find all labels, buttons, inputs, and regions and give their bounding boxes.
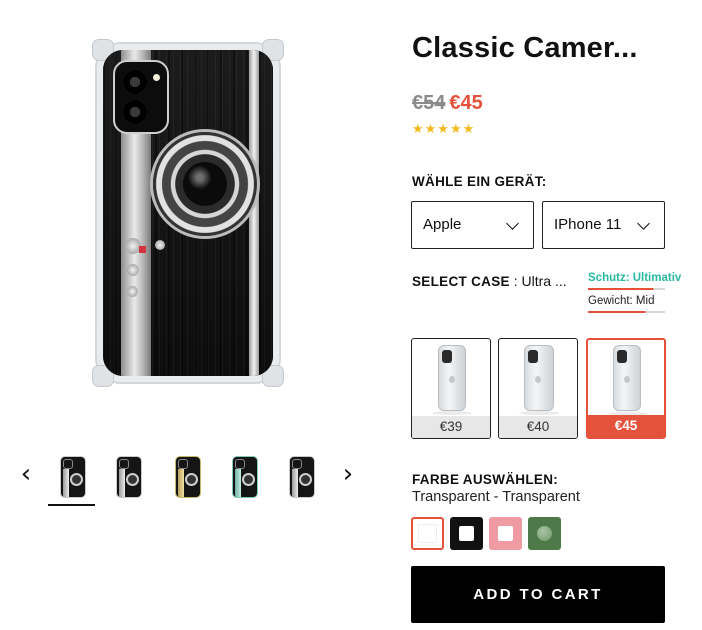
case-thumbnail	[613, 345, 641, 411]
case-select-separator: :	[509, 273, 522, 289]
color-swatch-transparent[interactable]	[411, 517, 444, 550]
thumbnail-3[interactable]	[175, 456, 201, 498]
thumbnail-camera	[292, 459, 302, 469]
add-to-cart-button[interactable]: ADD TO CART	[411, 566, 665, 623]
case-option-price: €39	[412, 416, 490, 438]
color-swatch-black[interactable]	[450, 517, 483, 550]
case-thumbnail	[524, 345, 554, 411]
camera-edge-strip	[249, 50, 259, 376]
chevron-down-icon	[506, 217, 519, 230]
active-thumbnail-indicator	[48, 504, 95, 506]
case-option-1[interactable]: €39	[411, 338, 491, 439]
sale-price: €45	[449, 92, 483, 114]
case-option-2[interactable]: €40	[498, 338, 578, 439]
swatch-inner	[418, 524, 437, 543]
camera-red-mark	[139, 246, 146, 253]
thumbnail-strip	[235, 469, 241, 497]
model-select-value: IPhone 11	[554, 216, 622, 233]
thumbnail-lens	[70, 473, 83, 486]
protection-level: Schutz: Ultimativ	[588, 272, 682, 284]
weight-bar	[588, 311, 665, 313]
thumbnail-lens	[126, 473, 139, 486]
thumbnail-strip	[63, 469, 69, 497]
phone-artwork	[103, 50, 273, 376]
case-camera	[617, 350, 627, 363]
thumbnail-strip	[292, 469, 298, 497]
thumbnail-lens	[299, 473, 312, 486]
color-label: FARBE AUSWÄHLEN:	[412, 472, 559, 487]
camera-button	[155, 240, 165, 250]
thumbnail-5[interactable]	[289, 456, 315, 498]
phone-lens	[123, 100, 147, 124]
thumbnail-strip	[119, 469, 125, 497]
color-swatch-pink[interactable]	[489, 517, 522, 550]
brand-select[interactable]: Apple	[411, 201, 534, 249]
thumbnail-4[interactable]	[232, 456, 258, 498]
thumbnail-camera	[178, 459, 188, 469]
product-title: Classic Camer...	[412, 32, 638, 64]
case-option-price: €40	[499, 416, 577, 438]
model-select[interactable]: IPhone 11	[542, 201, 665, 249]
chevron-left-icon[interactable]: ‹	[14, 460, 38, 488]
original-price: €54	[412, 92, 446, 114]
thumbnail-camera	[119, 459, 129, 469]
star-rating[interactable]: ★★★★★	[412, 122, 475, 137]
thumbnail-lens	[185, 473, 198, 486]
apple-logo-icon	[535, 376, 541, 383]
thumbnail-2[interactable]	[116, 456, 142, 498]
thumbnail-carousel: ‹ ›	[12, 452, 362, 508]
selected-color-name: Transparent - Transparent	[412, 489, 580, 505]
case-camera	[528, 350, 538, 363]
brand-select-value: Apple	[423, 216, 462, 233]
thumbnail-camera	[235, 459, 245, 469]
case-shadow	[432, 411, 472, 415]
product-image[interactable]	[92, 39, 284, 387]
case-select-label: SELECT CASE	[412, 274, 510, 289]
case-shadow	[519, 411, 559, 415]
case-option-3[interactable]: €45	[586, 338, 666, 439]
flash-dot	[153, 74, 160, 81]
phone-lens	[123, 70, 147, 94]
swatch-inner	[459, 526, 474, 541]
case-select-value: Ultra ...	[521, 273, 567, 289]
case-camera	[442, 350, 452, 363]
chevron-right-icon[interactable]: ›	[336, 460, 360, 488]
swatch-inner	[537, 526, 552, 541]
color-swatch-green[interactable]	[528, 517, 561, 550]
camera-dial	[127, 264, 139, 276]
thumbnail-lens	[242, 473, 255, 486]
thumbnail-1[interactable]	[60, 456, 86, 498]
weight-level: Gewicht: Mid	[588, 295, 655, 307]
apple-logo-icon	[624, 376, 630, 383]
case-select-row: SELECT CASE : Ultra ...	[412, 273, 567, 289]
lens-glass	[183, 162, 227, 206]
apple-logo-icon	[449, 376, 455, 383]
phone-camera-module	[113, 60, 169, 134]
swatch-inner	[498, 526, 513, 541]
case-option-price: €45	[588, 415, 664, 437]
thumbnail-camera	[63, 459, 73, 469]
device-label: WÄHLE EIN GERÄT:	[412, 174, 547, 189]
case-thumbnail	[438, 345, 466, 411]
chevron-down-icon	[637, 217, 650, 230]
thumbnail-strip	[178, 469, 184, 497]
price-row: €54 €45	[412, 92, 483, 115]
camera-lens-artwork	[153, 132, 257, 236]
protection-bar	[588, 288, 665, 290]
camera-dial	[127, 286, 138, 297]
